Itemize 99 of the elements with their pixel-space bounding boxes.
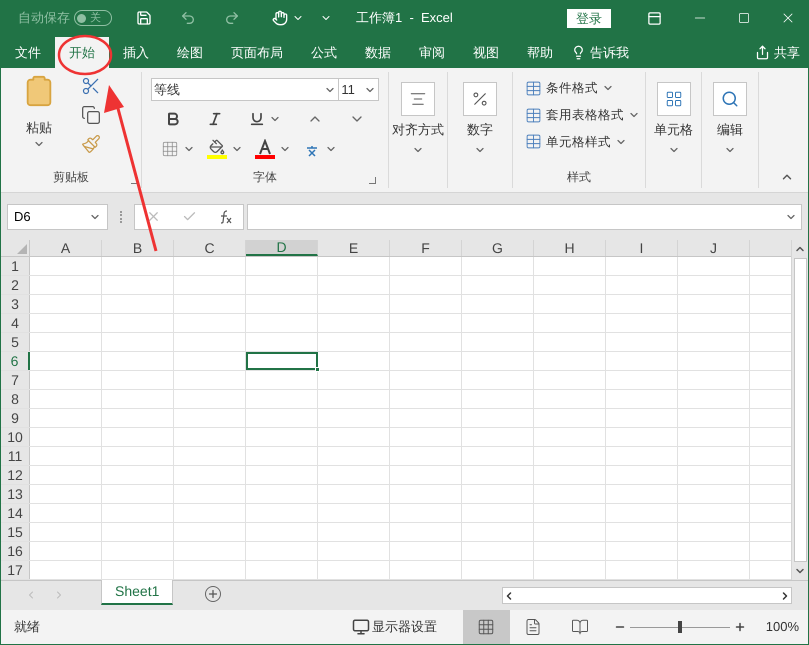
grid-icon xyxy=(664,90,682,108)
column-header[interactable]: A xyxy=(30,240,102,256)
monitor-icon xyxy=(352,618,370,636)
italic-icon[interactable] xyxy=(207,111,223,127)
borders-icon[interactable] xyxy=(161,140,179,158)
sheet-tab[interactable]: Sheet1 xyxy=(101,580,174,605)
row-header[interactable]: 4 xyxy=(1,314,30,332)
view-button[interactable] xyxy=(462,610,510,644)
row-header[interactable]: 5 xyxy=(1,333,30,351)
column-header[interactable]: I xyxy=(606,240,678,256)
row-header[interactable]: 16 xyxy=(1,542,30,560)
sign-in-button[interactable]: 登录 xyxy=(567,8,611,28)
formula-input-field[interactable] xyxy=(247,204,802,230)
page-icon xyxy=(524,618,542,636)
share-button[interactable]: 共享 xyxy=(755,37,800,68)
lightbulb-icon xyxy=(571,45,586,60)
column-header[interactable]: H xyxy=(534,240,606,256)
vertical-scrollbar[interactable] xyxy=(791,240,808,580)
font-size-field[interactable]: 11 xyxy=(339,78,379,101)
column-header[interactable]: D xyxy=(246,240,318,256)
row-header[interactable]: 14 xyxy=(1,504,30,522)
group-label: 剪贴板 xyxy=(53,169,89,186)
table-icon xyxy=(525,80,542,97)
add-sheet-button[interactable] xyxy=(205,586,222,602)
row-header[interactable]: 15 xyxy=(1,523,30,541)
tell-me-button[interactable]: 告诉我 xyxy=(571,37,629,68)
ribbon-tab[interactable]: 帮助 xyxy=(513,37,567,68)
search-icon xyxy=(721,90,739,108)
window-title: 工作簿1 - Excel xyxy=(356,9,453,28)
styles-menu-button[interactable]: 单元格样式 xyxy=(525,132,645,152)
underline-icon[interactable] xyxy=(249,111,265,127)
row-header[interactable]: 13 xyxy=(1,485,30,503)
row-header[interactable]: 6 xyxy=(1,352,30,370)
zoom-in-icon[interactable] xyxy=(734,621,746,633)
highlight-circle xyxy=(58,34,112,76)
row-header[interactable]: 10 xyxy=(1,428,30,446)
zoom-percentage[interactable]: 100% xyxy=(766,617,799,637)
zoom-slider-thumb[interactable] xyxy=(678,621,682,633)
ribbon-tab[interactable]: 审阅 xyxy=(405,37,459,68)
row-header[interactable]: 9 xyxy=(1,409,30,427)
ribbon-tab[interactable]: 文件 xyxy=(1,37,55,68)
number-button[interactable]: 数字 xyxy=(459,78,501,156)
row-header[interactable]: 11 xyxy=(1,447,30,465)
ribbon-tab[interactable]: 插入 xyxy=(109,37,163,68)
undo-icon[interactable] xyxy=(180,10,196,26)
grid-icon xyxy=(477,618,496,636)
styles-menu-button[interactable]: 条件格式 xyxy=(525,79,645,98)
copy-icon[interactable] xyxy=(81,105,101,125)
column-header[interactable]: F xyxy=(390,240,462,256)
fill-color-icon[interactable] xyxy=(207,139,227,159)
status-text: 就绪 xyxy=(14,618,40,636)
row-header[interactable]: 1 xyxy=(1,257,30,275)
cells-button[interactable]: 单元格 xyxy=(650,78,697,156)
row-header[interactable]: 17 xyxy=(1,561,30,579)
ribbon-tab[interactable]: 公式 xyxy=(297,37,351,68)
alignment-button[interactable]: 对齐方式 xyxy=(388,78,448,156)
row-header[interactable]: 8 xyxy=(1,390,30,408)
horizontal-scrollbar[interactable] xyxy=(502,587,792,604)
autosave-label: 自动保存 xyxy=(18,9,70,28)
ribbon-tab[interactable]: 视图 xyxy=(459,37,513,68)
maximize-icon[interactable] xyxy=(738,12,750,24)
font-name-field[interactable]: 等线 xyxy=(151,78,340,101)
table-icon xyxy=(525,106,542,124)
percent-icon xyxy=(471,90,489,108)
ribbon-tab[interactable]: 数据 xyxy=(351,37,405,68)
font-color-icon[interactable] xyxy=(255,139,275,159)
column-header[interactable]: J xyxy=(678,240,750,256)
redo-icon[interactable] xyxy=(224,10,240,26)
fill-handle[interactable] xyxy=(315,367,320,372)
editing-button[interactable]: 编辑 xyxy=(709,78,751,156)
plus-icon xyxy=(207,588,220,600)
name-box[interactable]: D6 xyxy=(7,204,108,230)
ribbon-tab[interactable]: 绘图 xyxy=(163,37,217,68)
cut-icon[interactable] xyxy=(81,76,101,96)
dialog-launcher-icon[interactable] xyxy=(369,177,376,184)
format-painter-icon[interactable] xyxy=(81,134,101,154)
row-header[interactable]: 7 xyxy=(1,371,30,389)
column-header[interactable]: G xyxy=(462,240,534,256)
book-icon xyxy=(571,618,590,636)
bold-icon[interactable] xyxy=(165,111,181,127)
share-icon xyxy=(755,45,770,60)
styles-menu-button[interactable]: 套用表格格式 xyxy=(525,106,645,124)
zoom-slider[interactable] xyxy=(630,621,730,633)
paste-button[interactable]: 粘贴 xyxy=(13,72,65,166)
function-icon[interactable] xyxy=(218,210,232,224)
display-settings-button[interactable]: 显示器设置 xyxy=(352,617,437,637)
row-header[interactable]: 2 xyxy=(1,276,30,294)
touch-icon[interactable] xyxy=(272,10,288,26)
table-icon xyxy=(525,133,542,150)
group-label: 字体 xyxy=(253,169,277,186)
row-header[interactable]: 3 xyxy=(1,295,30,313)
active-cell[interactable] xyxy=(246,352,318,370)
row-header[interactable]: 12 xyxy=(1,466,30,484)
column-header[interactable]: E xyxy=(318,240,390,256)
column-header[interactable]: B xyxy=(102,240,174,256)
group-label: 样式 xyxy=(567,169,591,186)
ribbon-tab[interactable]: 页面布局 xyxy=(217,37,297,68)
save-icon[interactable] xyxy=(136,10,152,26)
ribbon-display-icon[interactable] xyxy=(647,10,662,26)
